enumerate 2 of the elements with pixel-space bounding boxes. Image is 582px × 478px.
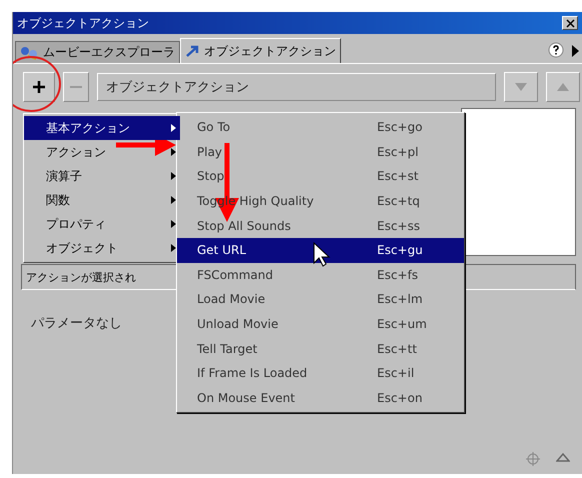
window-title: オブジェクトアクション xyxy=(17,14,150,32)
parameters-text: パラメータなし xyxy=(31,315,122,332)
